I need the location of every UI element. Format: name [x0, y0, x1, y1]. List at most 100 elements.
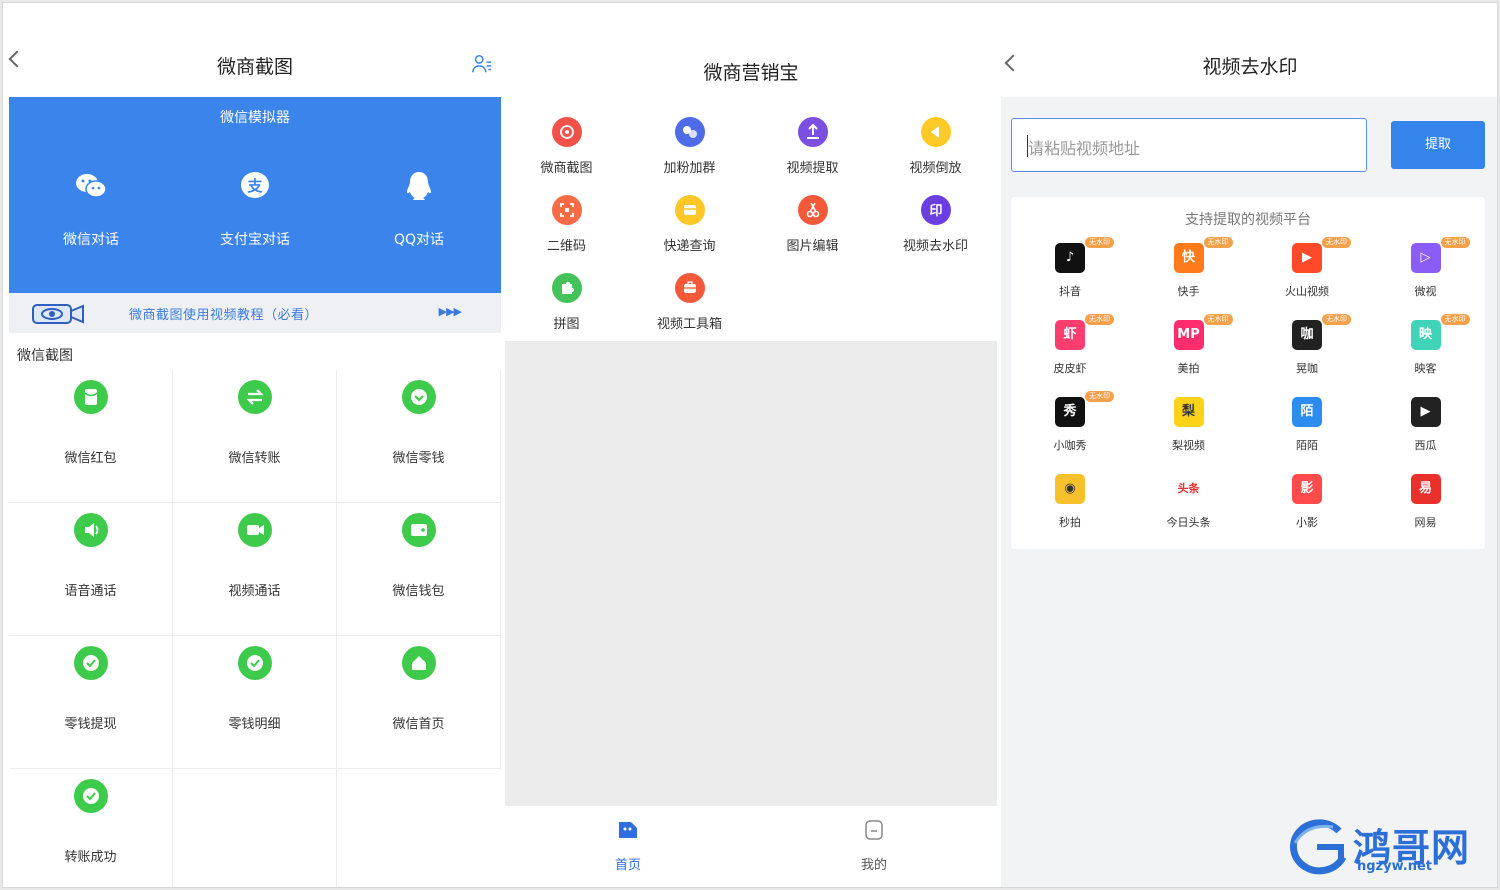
platform-label: 梨视频 [1172, 439, 1205, 452]
platform-item[interactable]: ▷ 无水印微视 [1367, 237, 1485, 299]
platform-item[interactable]: 虾无水印 皮皮虾 [1011, 314, 1129, 376]
platform-label: 微视 [1414, 285, 1437, 298]
success-icon [73, 779, 108, 813]
grid-item-video-call[interactable]: 视频通话 [173, 503, 337, 636]
mine-tab-icon [865, 820, 883, 840]
grid-item-voice-call[interactable]: 语音通话 [9, 503, 173, 636]
grid-item-wallet[interactable]: 微信钱包 [337, 503, 501, 636]
tool-video-reverse[interactable]: 视频倒放 [874, 117, 997, 176]
platform-item[interactable]: MP 无水印 美拍 [1130, 314, 1248, 376]
tool-label: 二维码 [546, 239, 586, 254]
voice-call-icon [73, 513, 108, 547]
platform-item[interactable]: 映无水印 映客 [1367, 314, 1485, 376]
grid-item-withdraw[interactable]: 零钱提现 [9, 636, 173, 769]
no-watermark-badge: 无水印 [1085, 314, 1114, 325]
add-fans-icon [674, 117, 705, 147]
qrcode-icon [551, 195, 582, 225]
home-icon [401, 646, 436, 680]
qq-chat-label: QQ对话 [393, 232, 445, 248]
nav-bar: 微商截图 [8, 3, 501, 97]
tab-mine[interactable]: 我的 [751, 818, 997, 873]
tool-video-toolbox[interactable]: 视频工具箱 [628, 273, 751, 332]
extract-button[interactable]: 提取 [1391, 121, 1485, 169]
red-packet-icon [73, 380, 108, 414]
platform-item[interactable]: ◉ 秒拍 [1011, 474, 1129, 530]
grid-item-details[interactable]: 零钱明细 [173, 636, 337, 769]
grid-item-transfer-success[interactable]: 转账成功 [9, 769, 173, 887]
wechat-icon [76, 174, 107, 198]
platform-label: 秒拍 [1059, 516, 1081, 529]
platform-item[interactable]: 易网易 [1367, 474, 1485, 530]
platform-item[interactable]: ♪ 无水印 抖音 [1011, 237, 1129, 299]
panel-video-watermark-remover: 视频去水印 请粘贴视频地址 提取 支持提取的视频平台 ♪ 无水印 抖音快无水印 快手 ▶… [1001, 3, 1497, 887]
video-url-input[interactable]: 请粘贴视频地址 [1011, 118, 1367, 172]
change-icon [401, 380, 436, 414]
platform-item[interactable]: 快无水印 快手 [1130, 237, 1248, 299]
platform-logo-icon: 秀 [1055, 397, 1085, 427]
platform-item[interactable]: ▶ 西瓜 [1367, 397, 1485, 453]
user-settings-icon[interactable] [471, 53, 493, 75]
tool-label: 拼图 [553, 317, 580, 332]
platform-logo-icon: 易 [1410, 474, 1441, 504]
tool-add-fans[interactable]: 加粉加群 [628, 117, 751, 176]
grid-item-home[interactable]: 微信首页 [337, 636, 501, 769]
grid-item-red-packet[interactable]: 微信红包 [9, 370, 173, 503]
no-watermark-badge: 无水印 [1322, 314, 1351, 325]
tool-video-extract[interactable]: 视频提取 [751, 117, 874, 176]
platform-item[interactable]: 梨梨视频 [1130, 397, 1248, 453]
tutorial-banner[interactable]: 微商截图使用视频教程（必看） ▶▶▶ [9, 293, 501, 333]
details-icon [237, 646, 272, 680]
svg-text:印: 印 [929, 204, 942, 219]
tool-label: 加粉加群 [663, 161, 716, 176]
page-title: 微商营销宝 [703, 62, 799, 84]
platform-logo-icon: ▷ [1410, 243, 1441, 273]
platform-item[interactable]: 陌陌陌 [1248, 397, 1366, 453]
platform-logo-icon: 影 [1292, 474, 1322, 504]
alipay-chat-button[interactable]: 支 支付宝对话 [175, 169, 335, 249]
simulator-title: 微信模拟器 [220, 110, 290, 126]
panel-marketing-toolbox: 微商营销宝 微商截图 加粉加群 视频提取 视频倒放 二维码 快递查询 图片编辑 … [505, 3, 997, 887]
tool-puzzle[interactable]: 拼图 [505, 273, 628, 332]
wechat-chat-button[interactable]: 微信对话 [11, 169, 171, 249]
platform-item[interactable]: 头条 今日头条 [1130, 474, 1248, 530]
qq-chat-button[interactable]: QQ对话 [339, 169, 499, 249]
grid-label: 微信钱包 [392, 584, 445, 599]
platform-item[interactable]: 咖无水印 晃咖 [1248, 314, 1366, 376]
grid-label: 微信首页 [392, 717, 445, 732]
no-watermark-badge: 无水印 [1203, 314, 1233, 325]
tab-home[interactable]: 首页 [505, 818, 751, 873]
alipay-chat-label: 支付宝对话 [220, 232, 290, 248]
section-label-wechat-screenshot: 微信截图 [17, 348, 73, 364]
banner-arrows-icon: ▶▶▶ [438, 305, 462, 318]
tool-watermark-remove[interactable]: 印 视频去水印 [874, 195, 997, 254]
grid-item-transfer[interactable]: 微信转账 [173, 370, 337, 503]
tool-image-edit[interactable]: 图片编辑 [751, 195, 874, 254]
panel-weishang-screenshot: 微商截图 微信模拟器 微信对话 支 支付宝对话 QQ对话 微商截图使用视频教程（… [8, 3, 501, 887]
platform-item[interactable]: 影小影 [1248, 474, 1366, 530]
grid-label: 转账成功 [64, 850, 117, 865]
grid-label: 零钱明细 [228, 717, 281, 732]
platform-label: 陌陌 [1296, 439, 1318, 452]
site-watermark: 鸿哥网 hgzyw.net [1287, 817, 1485, 877]
grid-label: 零钱提现 [64, 717, 117, 732]
tool-express[interactable]: 快递查询 [628, 195, 751, 254]
no-watermark-badge: 无水印 [1440, 237, 1470, 248]
platform-label: 皮皮虾 [1053, 362, 1087, 375]
platform-label: 小咖秀 [1053, 439, 1087, 452]
grid-label: 微信零钱 [392, 451, 445, 466]
site-logo-icon [1289, 819, 1347, 875]
platform-item[interactable]: ▶ 无水印 火山视频 [1248, 237, 1366, 299]
wechat-simulator: 微信模拟器 微信对话 支 支付宝对话 QQ对话 [9, 97, 501, 293]
platform-item[interactable]: 秀无水印 小咖秀 [1011, 391, 1129, 453]
tool-label: 视频工具箱 [656, 317, 722, 332]
no-watermark-badge: 无水印 [1322, 237, 1351, 248]
rewind-icon [920, 117, 951, 147]
text-caret [1027, 135, 1028, 157]
platform-logo-icon: ◉ [1055, 474, 1085, 504]
platform-logo-icon: 快 [1173, 243, 1204, 273]
tool-label: 微商截图 [540, 161, 593, 176]
tool-weishang-screenshot[interactable]: 微商截图 [505, 117, 628, 176]
grid-item-change[interactable]: 微信零钱 [337, 370, 501, 503]
tool-qrcode[interactable]: 二维码 [505, 195, 628, 254]
platform-label: 快手 [1177, 285, 1200, 298]
